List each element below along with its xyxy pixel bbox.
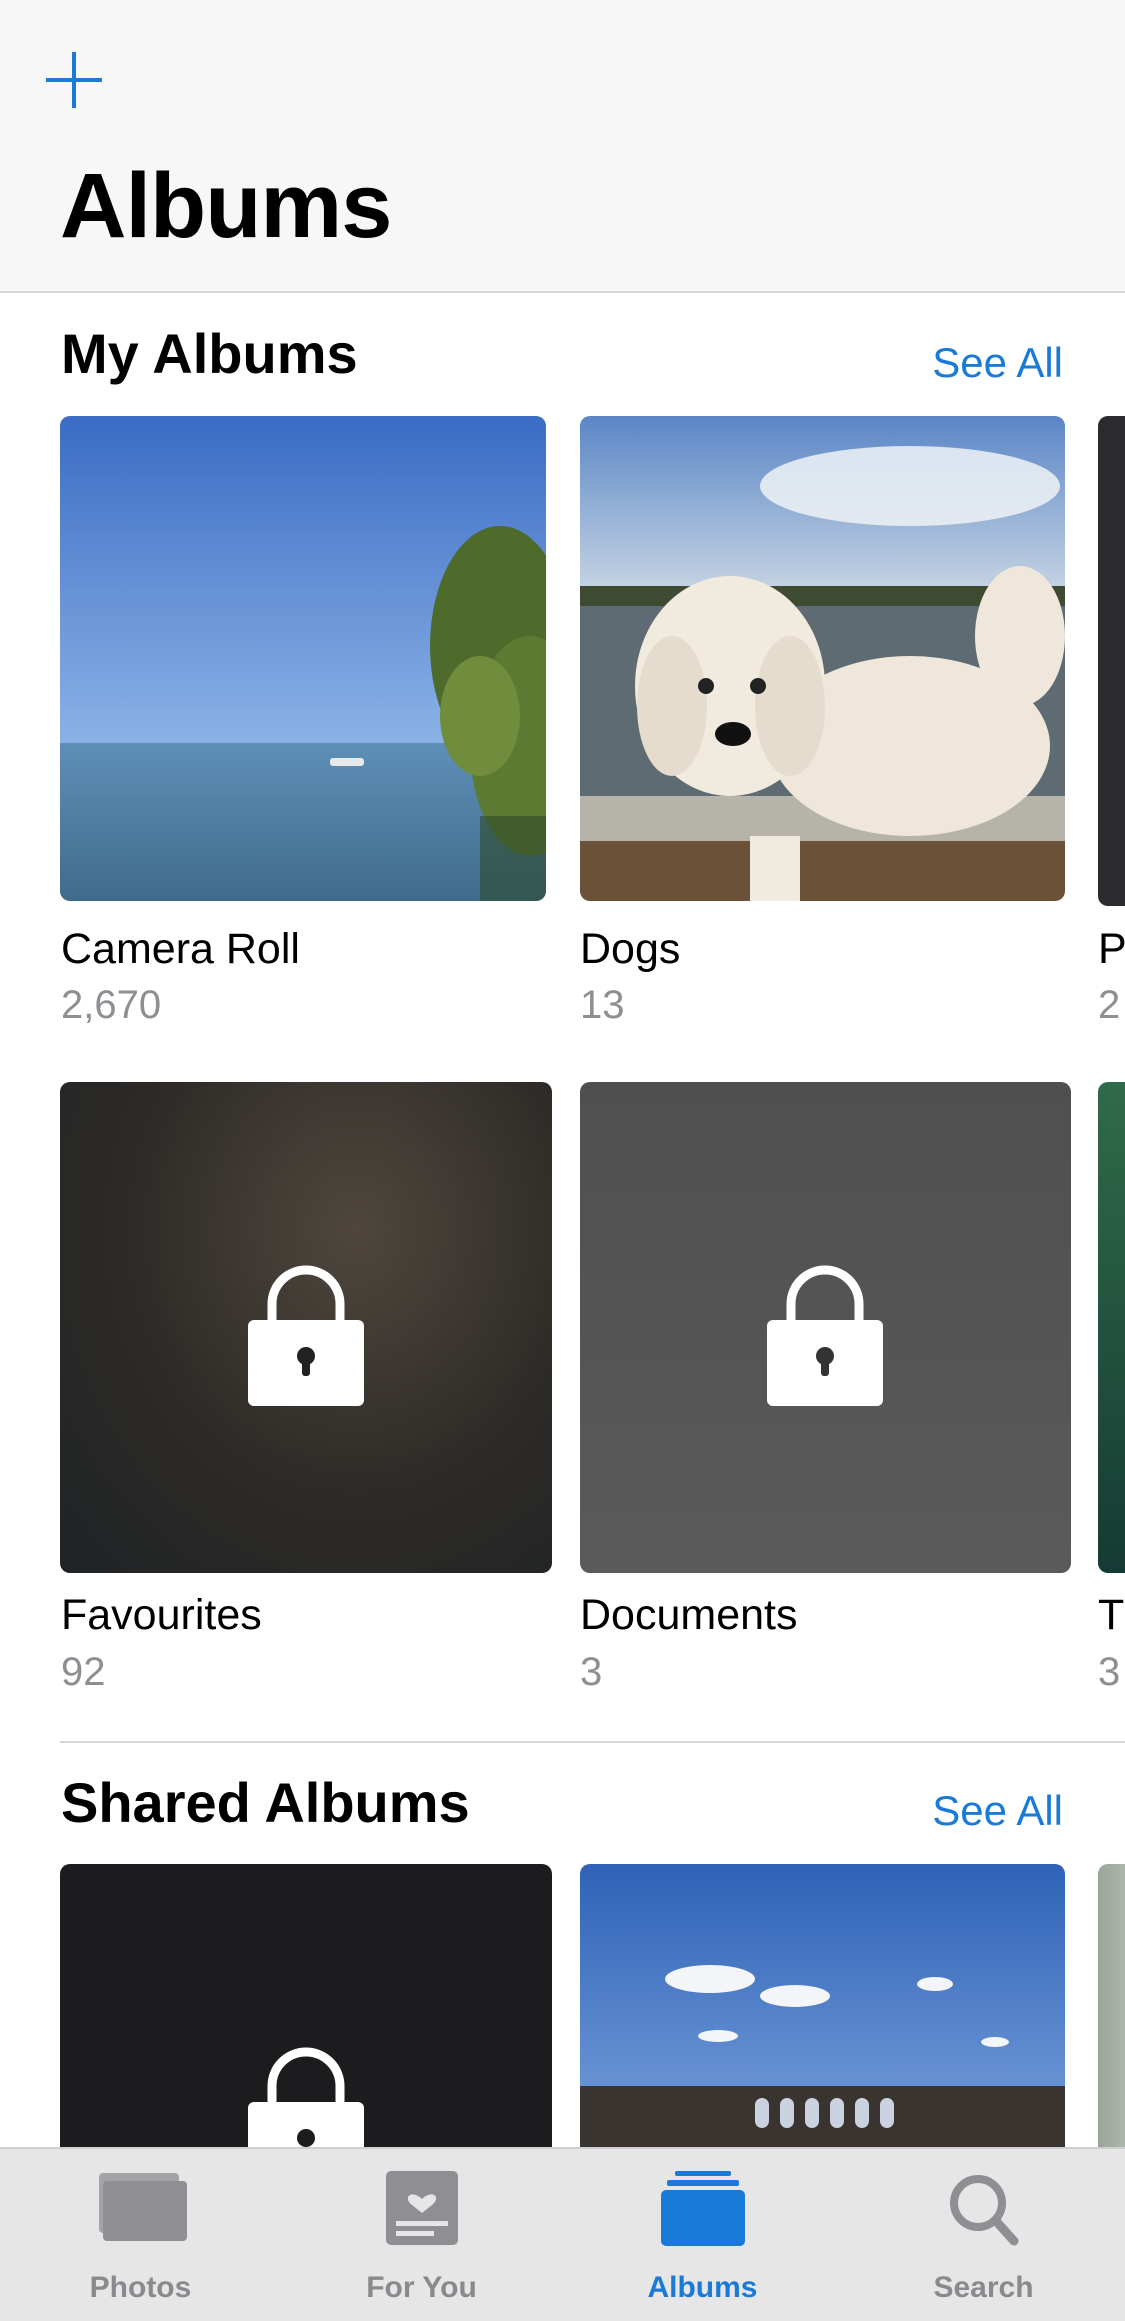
album-thumbnail-dogs[interactable] <box>580 416 1065 901</box>
tab-photos[interactable]: Photos <box>0 2149 281 2321</box>
album-name: Documents <box>580 1591 798 1639</box>
tab-label: Albums <box>647 2271 758 2304</box>
album-thumbnail-documents[interactable] <box>580 1082 1071 1573</box>
arcade-image <box>580 1864 1065 2164</box>
shared-album-thumbnail-locked[interactable] <box>60 1864 552 2164</box>
album-thumbnail-camera-roll[interactable] <box>60 416 546 901</box>
dog-image <box>580 416 1065 901</box>
shared-album-thumbnail-arcade[interactable] <box>580 1864 1065 2164</box>
album-name: Favourites <box>61 1591 262 1639</box>
lock-icon <box>248 1265 364 1406</box>
album-count: 3 <box>1098 1650 1121 1694</box>
tab-albums[interactable]: Albums <box>562 2149 843 2321</box>
tab-for-you[interactable]: For You <box>281 2149 562 2321</box>
album-name: T <box>1098 1591 1125 1639</box>
search-icon <box>949 2175 1018 2246</box>
seascape-image <box>60 416 546 901</box>
album-thumbnail-partial[interactable] <box>1098 1082 1125 1573</box>
nav-header: Albums <box>0 0 1125 293</box>
albums-stack-icon <box>660 2171 745 2246</box>
my-albums-heading: My Albums <box>61 322 358 385</box>
section-divider <box>60 1741 1125 1743</box>
for-you-heart-icon <box>385 2171 458 2245</box>
album-name: Dogs <box>580 925 681 973</box>
album-count: 2 <box>1098 983 1121 1027</box>
album-count: 92 <box>61 1650 106 1694</box>
photos-stack-icon <box>98 2173 187 2241</box>
shared-albums-see-all-link[interactable]: See All <box>932 1790 1063 1832</box>
album-name: Camera Roll <box>61 925 300 973</box>
tab-bar: Photos For You Albums Search <box>0 2147 1125 2321</box>
tab-label: For You <box>366 2271 477 2304</box>
lock-icon <box>767 1265 883 1406</box>
tab-search[interactable]: Search <box>843 2149 1124 2321</box>
album-count: 2,670 <box>61 983 162 1027</box>
plus-icon[interactable] <box>44 50 104 110</box>
album-thumbnail-partial[interactable] <box>1098 416 1125 906</box>
shared-album-thumbnail-partial[interactable] <box>1098 1864 1125 2164</box>
album-count: 13 <box>580 983 625 1027</box>
album-thumbnail-favourites[interactable] <box>60 1082 552 1573</box>
album-name: P <box>1098 925 1125 973</box>
album-count: 3 <box>580 1650 603 1694</box>
page-title: Albums <box>60 155 392 257</box>
shared-albums-heading: Shared Albums <box>61 1771 470 1834</box>
lock-icon <box>248 2047 364 2164</box>
tab-label: Search <box>933 2271 1034 2304</box>
tab-label: Photos <box>89 2271 192 2304</box>
my-albums-see-all-link[interactable]: See All <box>932 342 1063 384</box>
